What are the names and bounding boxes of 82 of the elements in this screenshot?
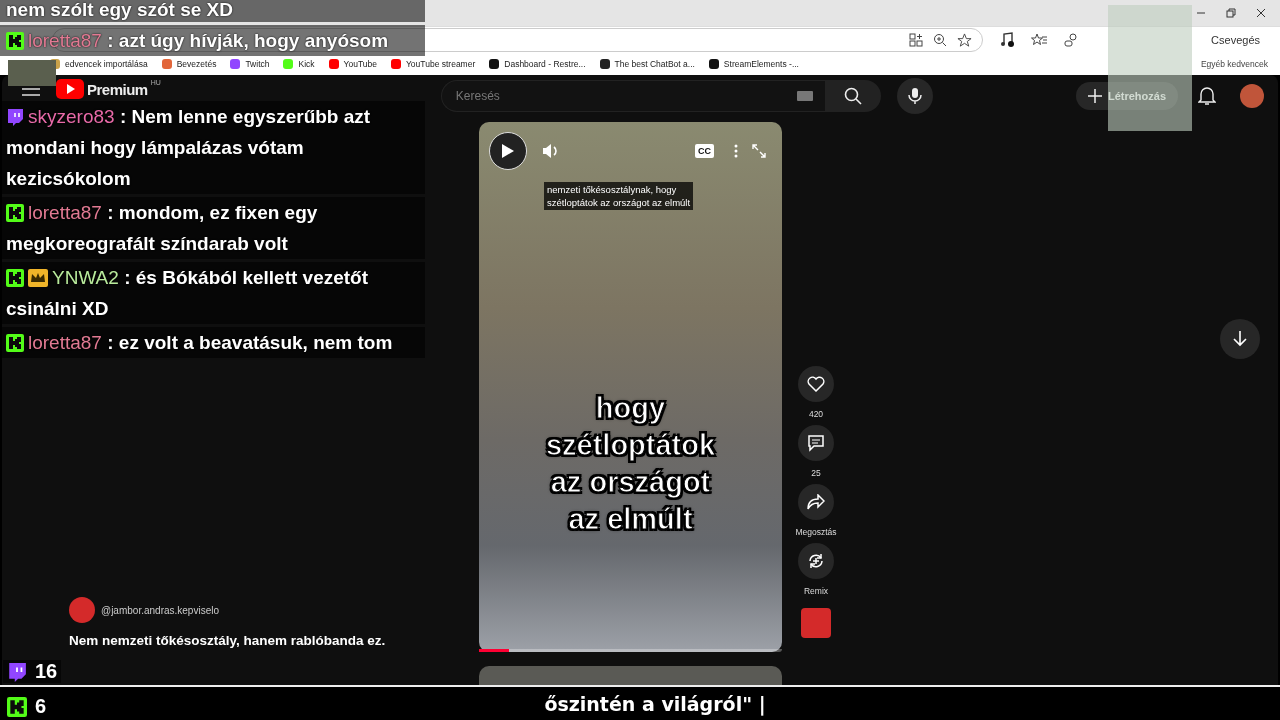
video-title: Nem nemzeti tőkésosztály, hanem rablóbanda ez. — [69, 633, 387, 648]
chat-text: loretta87 : ez volt a beavatásuk, nem tom — [6, 327, 419, 358]
twitch-logo-icon — [6, 108, 24, 126]
search-button[interactable] — [824, 80, 881, 112]
bookmark[interactable]: Kick — [283, 59, 315, 69]
video-player[interactable]: CC nemzeti tőkésosztálynak, hogy szétloptátok az országot az elmúlt hogy szétloptátok az országot az elmúlt — [479, 122, 782, 653]
bookmark[interactable]: Twitch — [230, 59, 270, 69]
scroll-down-button[interactable] — [1220, 319, 1260, 359]
favicon-icon — [708, 59, 719, 69]
favicon-icon — [230, 59, 241, 69]
volume-icon[interactable] — [541, 142, 559, 160]
search-field[interactable]: Keresés — [440, 80, 825, 112]
mic-button[interactable] — [896, 78, 933, 114]
bookmark[interactable]: YouTube — [328, 59, 377, 69]
favicon-icon — [161, 59, 172, 69]
restore-icon[interactable] — [1226, 8, 1236, 18]
kick-logo-icon — [6, 334, 24, 352]
play-icon — [501, 143, 515, 159]
ticker-text: őszintén a világról" | — [544, 692, 766, 715]
bookmark-folder[interactable]: Egyéb kedvencek — [1200, 59, 1268, 69]
share-button[interactable] — [798, 484, 834, 520]
favicon-icon — [328, 59, 339, 69]
chat-text: YNWA2 : és Bókából kellett vezetőt csinálni XD — [6, 266, 370, 321]
channel-name[interactable]: @jambor.andras.kepviselo — [101, 604, 219, 616]
video-subtitle: hogy szétloptátok az országot az elmúlt — [544, 391, 717, 537]
keyboard-icon[interactable] — [796, 91, 813, 101]
bookmark[interactable]: StreamElements -... — [708, 59, 799, 69]
comment-icon — [807, 434, 825, 452]
action-label: Remix — [803, 586, 829, 596]
comment-button[interactable] — [798, 425, 834, 461]
favorites-icon[interactable] — [1031, 32, 1048, 48]
favicon-icon — [390, 59, 401, 69]
expand-icon[interactable] — [752, 144, 766, 158]
viewer-count: 16 — [3, 660, 62, 683]
arrow-down-icon — [1233, 331, 1247, 347]
close-icon[interactable] — [1256, 8, 1266, 18]
chat-text: loretta87 : mondom, ez fixen egy megkoreografált színdarab volt — [6, 201, 319, 256]
avatar[interactable] — [1240, 84, 1264, 108]
kick-logo-icon — [6, 204, 24, 222]
plus-icon — [1087, 89, 1102, 103]
action-label: 420 — [808, 409, 824, 419]
share-icon — [807, 494, 825, 510]
heart-icon — [807, 376, 825, 392]
chat-text: skyzero83 : Nem lenne egyszerűbb azt mondani hogy lámpalázas vótam kezicsókolom — [6, 105, 372, 191]
favicon-icon — [599, 59, 610, 69]
chat-button[interactable]: Csevegés — [1205, 32, 1266, 48]
captions-button[interactable]: CC — [695, 144, 714, 158]
bookmark[interactable]: Bevezetés — [161, 59, 217, 69]
channel-avatar[interactable] — [69, 597, 95, 623]
bell-icon[interactable] — [1198, 86, 1216, 106]
extensions-icon[interactable] — [1063, 32, 1080, 48]
favicon-icon — [283, 59, 294, 69]
action-label: 25 — [811, 468, 821, 478]
action-label: Megosztás — [795, 527, 837, 537]
play-logo-icon — [56, 79, 84, 99]
crown-badge-icon — [28, 269, 48, 287]
progress-bar[interactable] — [479, 649, 782, 653]
mic-icon — [907, 87, 922, 105]
more-icon[interactable] — [734, 144, 738, 158]
star-icon[interactable] — [957, 32, 973, 48]
remix-icon — [807, 552, 825, 570]
kick-logo-icon — [7, 696, 27, 717]
music-note-icon[interactable] — [999, 32, 1016, 48]
next-video-preview[interactable] — [479, 666, 782, 686]
bookmark[interactable]: YouTube streamer — [390, 59, 476, 69]
favicon-icon — [489, 59, 500, 69]
apps-icon[interactable] — [909, 33, 924, 47]
zoom-icon[interactable] — [933, 33, 948, 47]
bookmark[interactable]: The best ChatBot a... — [599, 59, 695, 69]
twitch-logo-icon — [7, 661, 27, 682]
video-caption: nemzeti tőkésosztálynak, hogy szétloptátok az országot az elmúlt — [544, 182, 694, 210]
play-button[interactable] — [489, 132, 527, 170]
webcam-placeholder — [8, 60, 56, 86]
search-input[interactable]: Keresés — [441, 88, 797, 104]
chat-text: nem szólt egy szót se XD — [6, 0, 234, 22]
search-icon — [843, 87, 862, 105]
kick-logo-icon — [6, 269, 24, 287]
chat-text: loretta87 : azt úgy hívják, hogy anyósom — [6, 25, 419, 56]
remix-button[interactable] — [798, 543, 834, 579]
bookmark[interactable]: Dashboard - Restre... — [489, 59, 586, 69]
like-button[interactable] — [798, 366, 834, 402]
kick-logo-icon — [6, 32, 24, 50]
